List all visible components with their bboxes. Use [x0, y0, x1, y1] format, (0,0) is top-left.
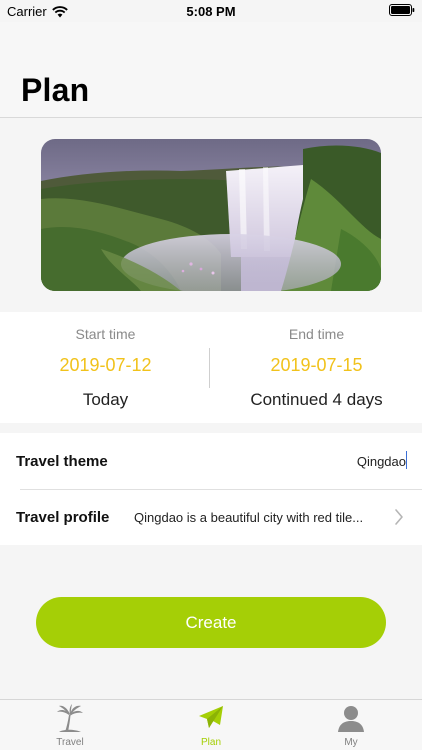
tab-my[interactable]: My	[281, 700, 421, 750]
palm-tree-icon	[57, 704, 83, 732]
start-time-label: Start time	[75, 326, 136, 342]
start-date-caption: Today	[82, 390, 129, 409]
tab-plan-label: Plan	[200, 737, 221, 748]
status-bar: Carrier 5:08 PM	[0, 0, 422, 22]
end-date-picker[interactable]: End time 2019-07-15 Continued 4 days	[211, 312, 422, 423]
hero-section	[0, 119, 422, 312]
travel-profile-preview: Qingdao is a beautiful city with red til…	[134, 510, 364, 525]
battery-icon	[389, 4, 415, 19]
end-date-value: 2019-07-15	[270, 355, 363, 375]
navigation-header: Plan	[0, 22, 422, 118]
duration-caption: Continued 4 days	[250, 390, 383, 409]
create-button[interactable]: Create	[36, 597, 386, 648]
tab-plan[interactable]: Plan	[141, 700, 281, 750]
person-icon	[338, 706, 364, 732]
tab-bar: Travel Plan My	[0, 699, 422, 750]
chevron-right-icon	[395, 509, 403, 525]
waterfall-photo	[41, 139, 381, 291]
dates-card: Start time 2019-07-12 Today End time 201…	[0, 312, 422, 423]
tab-my-label: My	[344, 737, 358, 748]
travel-theme-label: Travel theme	[16, 453, 108, 470]
travel-theme-input[interactable]	[206, 450, 406, 472]
date-divider	[209, 348, 210, 388]
travel-profile-label: Travel profile	[16, 509, 110, 526]
start-date-value: 2019-07-12	[59, 355, 152, 375]
travel-form: Travel theme Travel profile Qingdao is a…	[0, 433, 422, 545]
travel-theme-row[interactable]: Travel theme	[0, 433, 422, 489]
page-title: Plan	[21, 72, 90, 108]
start-date-picker[interactable]: Start time 2019-07-12 Today	[0, 312, 211, 423]
paper-plane-icon	[199, 706, 223, 728]
end-time-label: End time	[288, 326, 345, 342]
tab-travel[interactable]: Travel	[0, 700, 140, 750]
travel-profile-row[interactable]: Travel profile Qingdao is a beautiful ci…	[0, 489, 422, 545]
text-caret	[406, 451, 407, 469]
clock: 5:08 PM	[186, 4, 236, 19]
tab-travel-label: Travel	[56, 737, 84, 748]
